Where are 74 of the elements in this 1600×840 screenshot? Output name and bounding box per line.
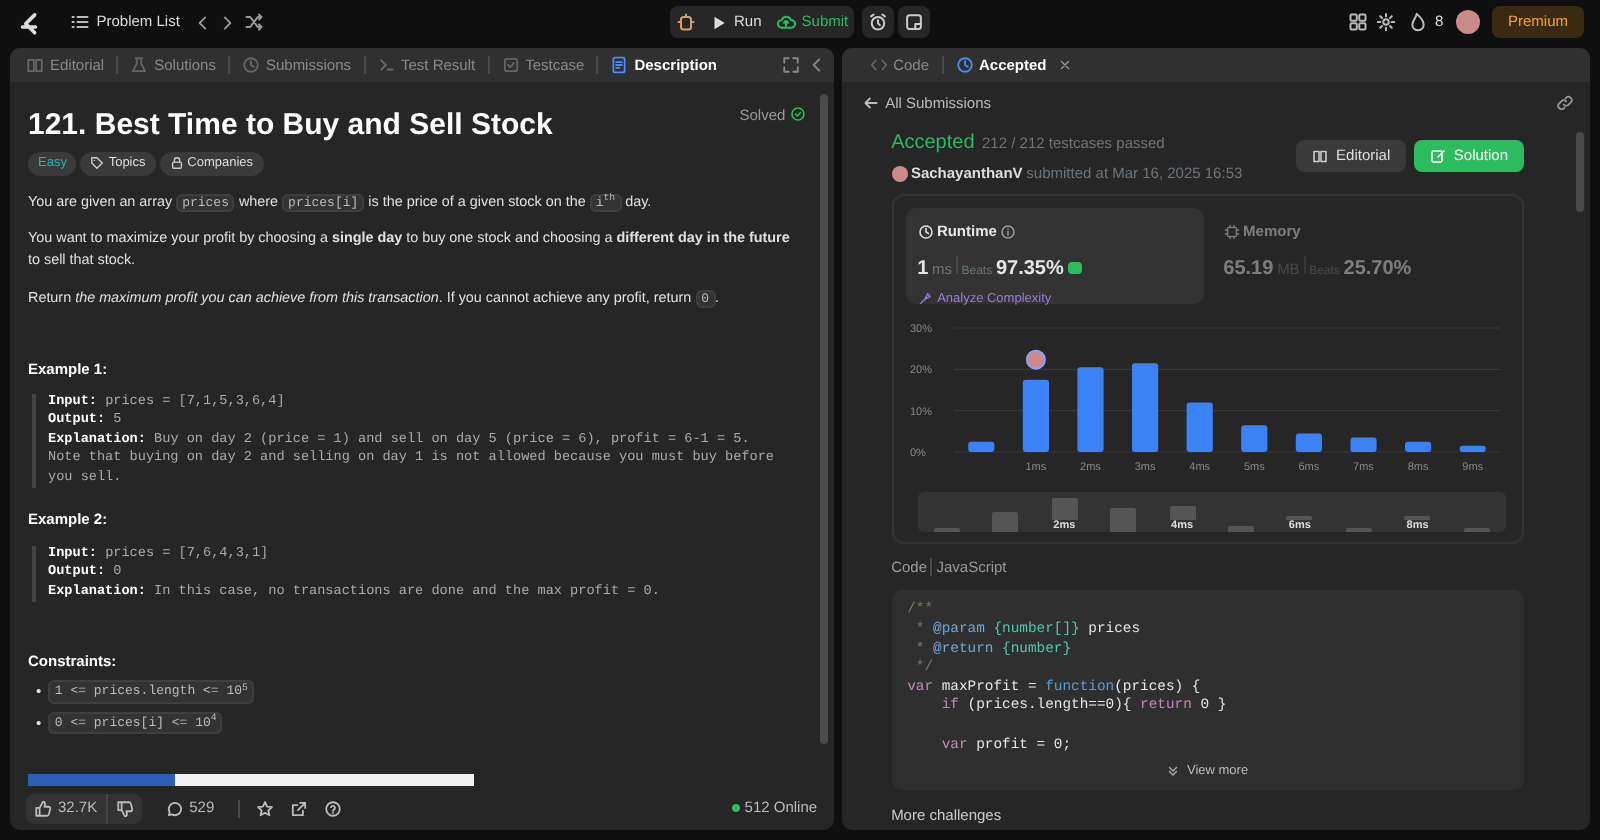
logo-icon[interactable] [16, 9, 42, 35]
bar[interactable] [967, 441, 994, 453]
flask-icon [130, 56, 149, 74]
book-icon [1312, 148, 1329, 165]
beats-value: 25.70% [1343, 256, 1412, 285]
minimap-bar [1051, 497, 1078, 521]
close-icon[interactable] [1058, 58, 1073, 72]
clock-icon [917, 223, 934, 240]
cloud-upload-icon [775, 12, 796, 32]
pencil-square-icon [1429, 148, 1446, 165]
star-icon[interactable] [256, 799, 275, 817]
comment-icon [165, 799, 184, 817]
double-chevron-icon [1166, 764, 1181, 778]
minimap-bar [992, 512, 1019, 533]
avatar-icon [1025, 349, 1046, 370]
back-arrow-icon [861, 94, 880, 112]
link-icon[interactable] [1556, 94, 1574, 112]
previous-icon[interactable] [193, 13, 212, 31]
clock-icon [241, 56, 260, 74]
minimap-bar [1227, 525, 1254, 533]
problem-title: 121. Best Time to Buy and Sell Stock [28, 108, 553, 144]
book-icon [26, 56, 44, 74]
play-icon [710, 13, 728, 31]
bar[interactable] [1294, 433, 1322, 453]
bar[interactable] [1076, 367, 1103, 453]
beats-value: 97.35% [995, 256, 1064, 285]
minimap-bar [1286, 515, 1313, 521]
settings-icon[interactable] [1375, 12, 1396, 32]
scrollbar-thumb[interactable] [819, 94, 828, 744]
minimap-bar [1345, 528, 1372, 533]
collapse-icon[interactable] [807, 56, 826, 74]
minimap-bar [1110, 508, 1137, 533]
list-icon [70, 12, 91, 32]
notes-button[interactable] [897, 6, 930, 38]
bar[interactable] [1240, 425, 1267, 453]
document-icon [610, 56, 629, 74]
note-icon [903, 12, 924, 32]
thumbs-up-icon [34, 799, 52, 817]
terminal-icon [377, 56, 395, 74]
alarm-clock-icon [867, 12, 888, 32]
check-circle-icon [789, 106, 806, 123]
timer-button[interactable] [861, 6, 894, 38]
bar[interactable] [1349, 437, 1376, 453]
bar[interactable] [1131, 363, 1158, 453]
bug-icon [676, 12, 696, 32]
bar[interactable] [1404, 441, 1431, 453]
avatar-icon [891, 165, 908, 181]
minimap-bar [1169, 506, 1196, 521]
minimap-bar [1404, 516, 1431, 521]
scrollbar-thumb[interactable] [1576, 132, 1584, 212]
bar[interactable] [1458, 446, 1485, 453]
fullscreen-icon[interactable] [781, 56, 800, 74]
badge-icon [1067, 262, 1082, 275]
stat-value: 65.19 [1223, 256, 1274, 285]
minimap-bar [933, 528, 960, 533]
grid-icon[interactable] [1347, 12, 1368, 32]
minimap-bar [1463, 528, 1490, 533]
shuffle-icon[interactable] [244, 12, 265, 32]
verdict-text: Accepted [891, 130, 975, 158]
bar[interactable] [1021, 379, 1049, 453]
lock-icon [169, 156, 184, 171]
share-icon[interactable] [290, 799, 309, 817]
help-icon[interactable] [324, 799, 343, 817]
checkbox-icon [501, 56, 520, 74]
code-brackets-icon [869, 56, 888, 74]
stat-value: 1 [917, 256, 929, 285]
next-icon[interactable] [218, 13, 237, 31]
info-icon[interactable] [1000, 223, 1017, 240]
avatar-icon[interactable] [1456, 10, 1481, 34]
tag-icon [90, 156, 105, 171]
chip-icon [1223, 223, 1240, 240]
thumbs-down-icon [115, 799, 134, 817]
bar[interactable] [1185, 402, 1212, 453]
clock-icon [955, 56, 973, 74]
